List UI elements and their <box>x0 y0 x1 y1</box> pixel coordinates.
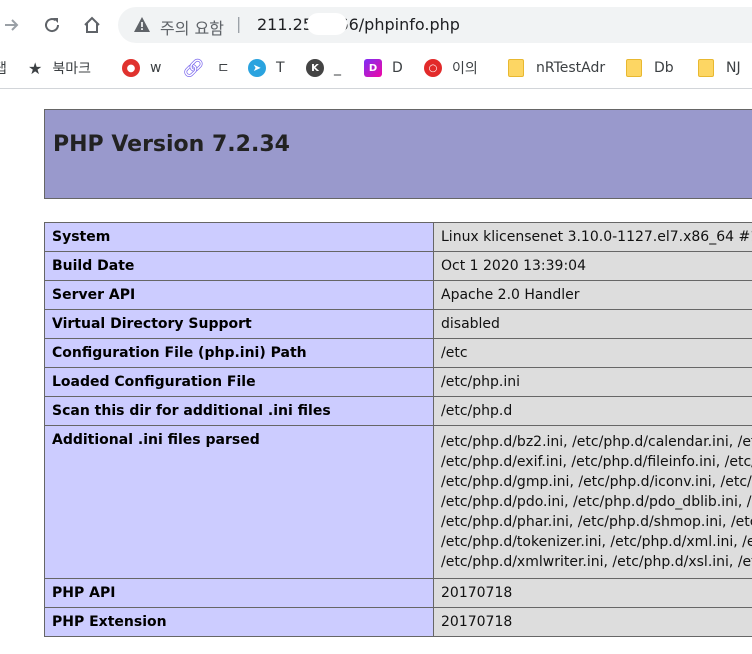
ini-file-line: /etc/php.d/phar.ini, /etc/php.d/shmop.in… <box>441 514 752 530</box>
bookmark-label: 북마크 <box>52 61 91 77</box>
folder-icon <box>626 59 642 77</box>
table-row: Configuration File (php.ini) Path/etc <box>44 338 752 368</box>
folder-icon <box>698 59 714 77</box>
row-value: Linux klicensenet 3.10.0-1127.el7.x86_64… <box>433 222 752 252</box>
bookmark-label: _ <box>334 60 341 76</box>
bookmark-label: D <box>392 60 403 76</box>
row-key: Scan this dir for additional .ini files <box>44 396 434 426</box>
table-row: Virtual Directory Support disabled <box>44 309 752 339</box>
bookmark-label: 이의 <box>452 61 478 77</box>
bookmark-item[interactable]: ➤ T <box>248 56 285 80</box>
php-version-header: PHP Version 7.2.34 <box>44 109 752 199</box>
table-row: PHP API 20170718 <box>44 578 752 608</box>
row-key: Server API <box>44 280 434 310</box>
row-key: Configuration File (php.ini) Path <box>44 338 434 368</box>
bookmark-item[interactable]: K _ <box>306 56 341 80</box>
dj-icon: D <box>364 59 382 77</box>
table-row: Additional .ini files parsed /etc/php.d/… <box>44 425 752 579</box>
table-row: PHP Extension 20170718 <box>44 607 752 637</box>
bookmark-item[interactable]: ○ 이의 <box>424 56 478 80</box>
url-separator: | <box>236 14 242 33</box>
address-bar[interactable]: 주의 요함 | 211.253 166/phpinfo.php <box>118 7 752 43</box>
php-version-title: PHP Version 7.2.34 <box>53 132 290 157</box>
redaction-blot <box>307 13 347 35</box>
ini-file-line: /etc/php.d/exif.ini, /etc/php.d/fileinfo… <box>441 454 752 470</box>
bookmark-label: Db <box>654 60 674 76</box>
bookmark-label: NJ <box>726 60 741 76</box>
bookmark-label: w <box>150 60 162 76</box>
bookmark-item[interactable]: 🔗︎ ㄷ <box>182 56 230 80</box>
row-value: /etc/php.ini <box>433 367 752 397</box>
forward-arrow-icon[interactable] <box>0 11 24 39</box>
row-key: System <box>44 222 434 252</box>
warning-icon[interactable] <box>133 16 151 34</box>
browser-toolbar: 주의 요함 | 211.253 166/phpinfo.php <box>0 0 752 50</box>
row-value: Apache 2.0 Handler <box>433 280 752 310</box>
row-value: /etc/php.d <box>433 396 752 426</box>
row-key: Virtual Directory Support <box>44 309 434 339</box>
ini-file-line: /etc/php.d/gmp.ini, /etc/php.d/iconv.ini… <box>441 474 752 490</box>
bookmark-item[interactable]: ★ 북마크 <box>28 56 91 80</box>
bookmark-folder[interactable]: nRTestAdr <box>508 56 605 80</box>
red-bubble-icon: ○ <box>424 59 442 77</box>
reload-icon[interactable] <box>40 11 64 39</box>
bookmark-label: ㄷ <box>216 61 230 77</box>
bookmark-label: nRTestAdr <box>536 60 606 76</box>
row-key: PHP Extension <box>44 607 434 637</box>
table-row: System Linux klicensenet 3.10.0-1127.el7.… <box>44 222 752 252</box>
row-value: 20170718 <box>433 607 752 637</box>
row-value: disabled <box>433 309 752 339</box>
row-key: Build Date <box>44 251 434 281</box>
row-key: Additional .ini files parsed <box>44 425 434 579</box>
bookmark-label: T <box>276 60 285 76</box>
ini-file-line: /etc/php.d/tokenizer.ini, /etc/php.d/xml… <box>441 534 752 550</box>
phpinfo-table: System Linux klicensenet 3.10.0-1127.el7.… <box>44 222 752 637</box>
row-value: 20170718 <box>433 578 752 608</box>
url-text[interactable]: 211.253 166/phpinfo.php <box>257 15 460 34</box>
red-badge-icon: ● <box>122 59 140 77</box>
table-row: Server API Apache 2.0 Handler <box>44 280 752 310</box>
bookmark-cut-icon[interactable]: 탭 <box>0 56 7 80</box>
row-value: /etc <box>433 338 752 368</box>
ini-file-line: /etc/php.d/bz2.ini, /etc/php.d/calendar.… <box>441 434 752 450</box>
bookmarks-bar: 탭 ★ 북마크 ● w 🔗︎ ㄷ ➤ T K _ D D ○ 이의 nRTest… <box>0 50 752 89</box>
bookmark-item[interactable]: ● w <box>122 56 161 80</box>
home-icon[interactable] <box>80 11 104 39</box>
row-key: PHP API <box>44 578 434 608</box>
cloud-icon: K <box>306 59 324 77</box>
bookmark-folder[interactable]: Db <box>626 56 674 80</box>
table-row: Build Date Oct 1 2020 13:39:04 <box>44 251 752 281</box>
folder-icon <box>508 59 524 77</box>
page-content: PHP Version 7.2.34 System Linux klicensen… <box>0 89 752 654</box>
telegram-icon: ➤ <box>248 59 266 77</box>
table-row: Scan this dir for additional .ini files /… <box>44 396 752 426</box>
link-icon: 🔗︎ <box>182 57 205 79</box>
bookmark-folder[interactable]: NJ <box>698 56 741 80</box>
star-icon: ★ <box>28 58 43 78</box>
ini-file-line: /etc/php.d/pdo.ini, /etc/php.d/pdo_dblib… <box>441 494 752 510</box>
ini-file-line: /etc/php.d/xmlwriter.ini, /etc/php.d/xsl… <box>441 554 752 570</box>
bookmark-item[interactable]: D D <box>364 56 403 80</box>
row-key: Loaded Configuration File <box>44 367 434 397</box>
security-warning-label[interactable]: 주의 요함 <box>160 15 224 39</box>
row-value: Oct 1 2020 13:39:04 <box>433 251 752 281</box>
row-value: /etc/php.d/bz2.ini, /etc/php.d/calendar.… <box>433 425 752 579</box>
table-row: Loaded Configuration File/etc/php.ini <box>44 367 752 397</box>
